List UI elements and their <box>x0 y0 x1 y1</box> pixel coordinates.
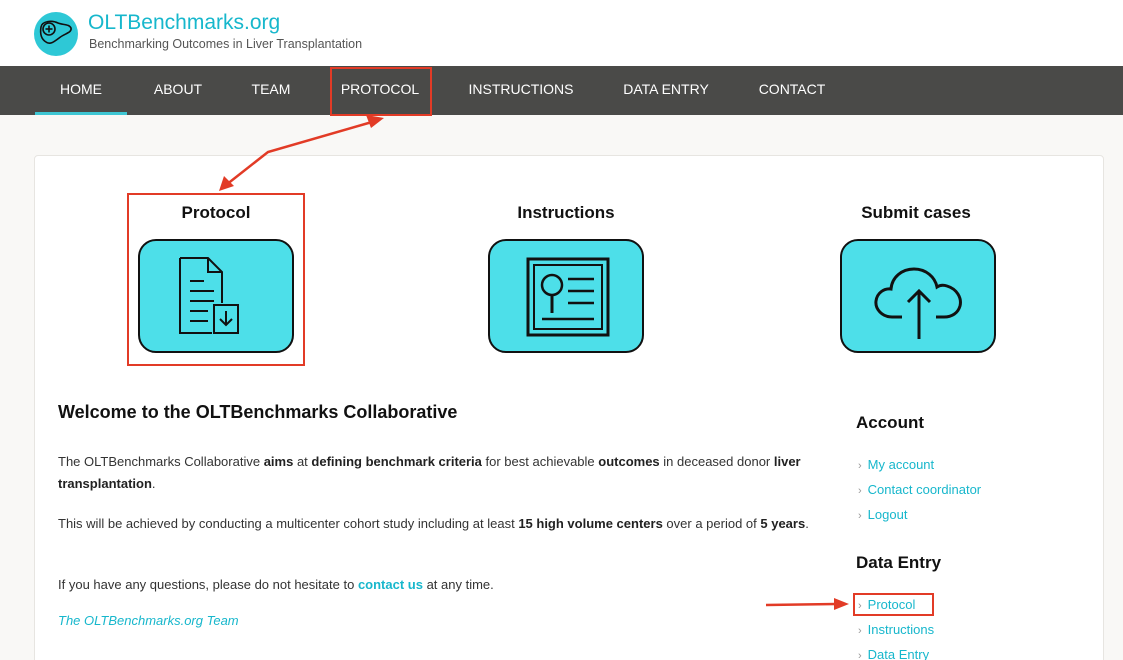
site-header: OLTBenchmarks.org Benchmarking Outcomes … <box>0 0 1123 66</box>
logout-link[interactable]: › Logout <box>858 507 907 522</box>
submit-tile[interactable] <box>840 239 996 353</box>
contact-coordinator-link[interactable]: › Contact coordinator <box>858 482 981 497</box>
welcome-heading: Welcome to the OLTBenchmarks Collaborati… <box>58 402 458 422</box>
chevron-right-icon: › <box>858 650 862 660</box>
chevron-right-icon: › <box>858 460 862 472</box>
document-magnifier-icon <box>526 257 610 337</box>
site-tagline: Benchmarking Outcomes in Liver Transplan… <box>89 37 363 51</box>
study-paragraph: This will be achieved by conducting a mu… <box>58 516 809 531</box>
instructions-tile[interactable] <box>488 239 644 353</box>
data-entry-heading: Data Entry <box>856 553 942 572</box>
nav-protocol[interactable]: PROTOCOL <box>330 66 430 115</box>
nav-team[interactable]: TEAM <box>237 66 305 115</box>
contact-us-link[interactable]: contact us <box>358 577 423 592</box>
submit-tile-title[interactable]: Submit cases <box>816 203 1016 223</box>
chevron-right-icon: › <box>858 625 862 637</box>
site-logo[interactable] <box>34 12 78 56</box>
contact-paragraph: If you have any questions, please do not… <box>58 577 494 592</box>
liver-plus-icon <box>39 20 72 44</box>
account-heading: Account <box>856 413 924 432</box>
intro-paragraph: The OLTBenchmarks Collaborative aims at … <box>58 454 801 491</box>
my-account-link[interactable]: › My account <box>858 457 934 472</box>
chevron-right-icon: › <box>858 510 862 522</box>
instructions-tile-title[interactable]: Instructions <box>466 203 666 223</box>
sidebar-instructions-link[interactable]: › Instructions <box>858 622 934 637</box>
sidebar-protocol-link[interactable]: › Protocol <box>858 597 915 612</box>
nav-about[interactable]: ABOUT <box>142 66 214 115</box>
sidebar-data-entry-link[interactable]: › Data Entry <box>858 647 929 660</box>
nav-contact[interactable]: CONTACT <box>744 66 840 115</box>
site-title[interactable]: OLTBenchmarks.org <box>88 11 280 35</box>
main-nav: HOME ABOUT TEAM PROTOCOL INSTRUCTIONS DA… <box>0 66 1123 115</box>
chevron-right-icon: › <box>858 485 862 497</box>
chevron-right-icon: › <box>858 600 862 612</box>
protocol-tile[interactable] <box>138 239 294 353</box>
nav-data-entry[interactable]: DATA ENTRY <box>610 66 722 115</box>
protocol-tile-title[interactable]: Protocol <box>116 203 316 223</box>
team-signature: The OLTBenchmarks.org Team <box>58 613 239 628</box>
document-download-icon <box>179 257 239 334</box>
nav-instructions[interactable]: INSTRUCTIONS <box>458 66 584 115</box>
cloud-upload-icon <box>874 267 962 339</box>
nav-home[interactable]: HOME <box>35 66 127 115</box>
